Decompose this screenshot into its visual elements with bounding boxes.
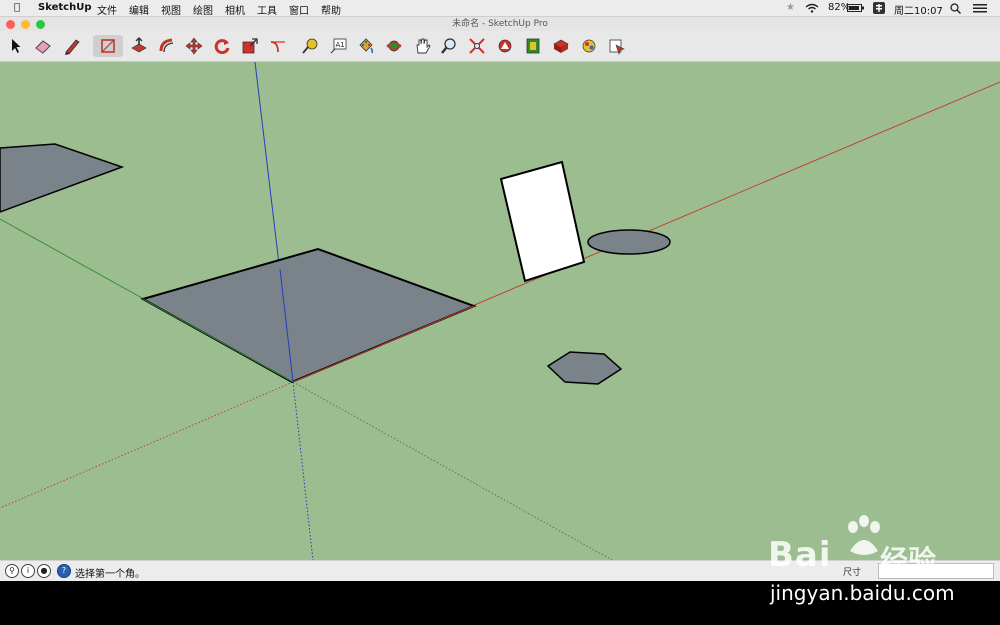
menu-help[interactable]: 帮助 bbox=[321, 2, 341, 17]
rectangle-icon[interactable] bbox=[93, 35, 123, 57]
circle-face[interactable] bbox=[587, 229, 671, 255]
user-icon[interactable]: ● bbox=[37, 564, 51, 578]
scale-icon[interactable] bbox=[239, 35, 261, 57]
model-canvas[interactable] bbox=[0, 61, 1000, 561]
menu-list-icon[interactable] bbox=[973, 3, 987, 13]
menu-view[interactable]: 视图 bbox=[161, 2, 181, 17]
instructor-help-icon[interactable]: ? bbox=[57, 564, 71, 578]
zoom-window-button[interactable] bbox=[36, 20, 45, 29]
arc-icon[interactable] bbox=[267, 35, 289, 57]
extension-icon[interactable] bbox=[522, 35, 544, 57]
model-viewport[interactable] bbox=[0, 61, 1000, 561]
window-title: 未命名 - SketchUp Pro bbox=[452, 19, 548, 29]
menu-draw[interactable]: 绘图 bbox=[193, 2, 213, 17]
input-method-icon[interactable] bbox=[873, 2, 885, 14]
styles-icon[interactable] bbox=[578, 35, 600, 57]
measurements-input[interactable] bbox=[878, 563, 994, 579]
close-window-button[interactable] bbox=[6, 20, 15, 29]
blue-axis-negative bbox=[292, 381, 314, 561]
hexagon-face[interactable] bbox=[546, 351, 623, 385]
status-bar: ⚲ i ● ? 选择第一个角。 尺寸 bbox=[0, 560, 1000, 581]
zoom-extents-icon[interactable] bbox=[466, 35, 488, 57]
app-menu[interactable]: SketchUp bbox=[38, 2, 91, 13]
window-title-bar: 未命名 - SketchUp Pro bbox=[0, 17, 1000, 31]
geolocation-icon[interactable]: ⚲ bbox=[5, 564, 19, 578]
tape-measure-icon[interactable] bbox=[299, 35, 321, 57]
select-icon[interactable] bbox=[5, 35, 27, 57]
components-icon[interactable] bbox=[550, 35, 572, 57]
menu-file[interactable]: 文件 bbox=[97, 2, 117, 17]
pencil-line-icon[interactable] bbox=[61, 35, 83, 57]
bluetooth-icon[interactable]: ★ bbox=[786, 2, 795, 13]
battery-icon[interactable] bbox=[847, 4, 865, 12]
red-axis-negative bbox=[0, 381, 294, 509]
menu-bar:  SketchUp 文件 编辑 视图 绘图 相机 工具 窗口 帮助 ★ 82%… bbox=[0, 0, 1000, 17]
layout-icon[interactable] bbox=[606, 35, 628, 57]
menu-edit[interactable]: 编辑 bbox=[129, 2, 149, 17]
pan-icon[interactable] bbox=[411, 35, 433, 57]
push-pull-icon[interactable] bbox=[128, 35, 150, 57]
green-axis-negative bbox=[292, 381, 613, 561]
eraser-icon[interactable] bbox=[32, 35, 54, 57]
status-message: 选择第一个角。 bbox=[75, 569, 145, 580]
zoom-icon[interactable] bbox=[438, 35, 460, 57]
menu-window[interactable]: 窗口 bbox=[289, 2, 309, 17]
orbit-icon[interactable] bbox=[383, 35, 405, 57]
apple-icon[interactable]:  bbox=[14, 2, 20, 13]
menu-camera[interactable]: 相机 bbox=[225, 2, 245, 17]
clock[interactable]: 周二10:07 bbox=[894, 2, 943, 17]
offset-icon[interactable] bbox=[156, 35, 178, 57]
watermark-url: jingyan.baidu.com bbox=[770, 581, 955, 605]
move-icon[interactable] bbox=[183, 35, 205, 57]
search-icon[interactable] bbox=[950, 3, 961, 14]
menu-tools[interactable]: 工具 bbox=[257, 2, 277, 17]
measurements-label: 尺寸 bbox=[843, 568, 862, 578]
paint-bucket-icon[interactable] bbox=[355, 35, 377, 57]
text-icon[interactable]: A1 bbox=[327, 35, 349, 57]
minimize-window-button[interactable] bbox=[21, 20, 30, 29]
main-toolbar: A1 bbox=[0, 31, 1000, 78]
svg-text:A1: A1 bbox=[336, 41, 345, 49]
rectangle-face[interactable] bbox=[140, 247, 477, 384]
rotate-icon[interactable] bbox=[211, 35, 233, 57]
credits-icon[interactable]: i bbox=[21, 564, 35, 578]
wifi-icon[interactable] bbox=[805, 3, 819, 13]
warehouse-icon[interactable] bbox=[494, 35, 516, 57]
partial-rectangle-face[interactable] bbox=[0, 143, 125, 213]
vertical-white-face[interactable] bbox=[499, 160, 586, 283]
